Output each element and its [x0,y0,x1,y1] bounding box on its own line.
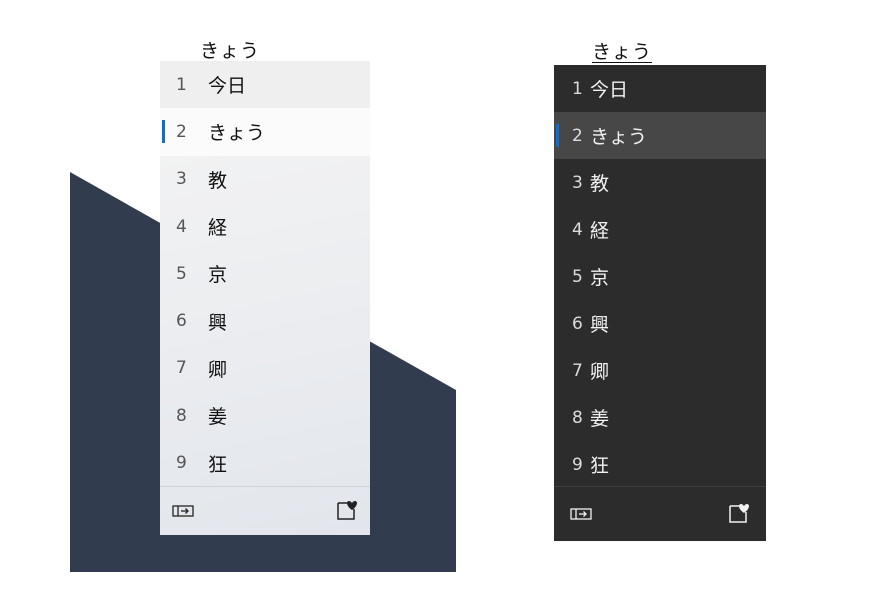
candidate-number: 2 [572,125,583,146]
candidate-number: 7 [176,358,187,379]
candidate-item-selected[interactable]: 2 きょう [554,112,766,159]
candidate-text: 狂 [208,453,228,476]
candidate-item[interactable]: 9狂 [554,441,766,488]
candidate-number: 3 [176,169,187,190]
candidate-item[interactable]: 9狂 [160,439,370,486]
candidate-footer [554,486,766,541]
candidate-item[interactable]: 7卿 [160,345,370,392]
candidate-number: 3 [572,172,583,193]
candidate-number: 6 [176,311,187,332]
candidate-number: 9 [572,454,583,475]
candidate-text: きょう [208,122,266,145]
candidate-item[interactable]: 6興 [160,297,370,344]
candidate-item[interactable]: 3教 [160,156,370,203]
candidate-item[interactable]: 4経 [160,203,370,250]
reading-text: きょう [200,40,261,62]
candidate-number: 1 [176,74,187,95]
candidate-text: 興 [590,314,610,336]
candidate-number: 9 [176,453,187,474]
expand-candidate-window-icon[interactable] [570,506,592,522]
candidate-item[interactable]: 1 今日 [554,65,766,112]
candidate-text: 興 [208,311,228,334]
candidate-item[interactable]: 5京 [160,250,370,297]
candidate-text: 今日 [208,75,247,98]
candidate-item[interactable]: 8姜 [160,392,370,439]
candidate-item-selected[interactable]: 2 きょう [160,108,370,156]
candidate-text: 京 [208,264,228,287]
candidate-number: 7 [572,360,583,381]
candidate-text: 狂 [590,455,610,477]
candidate-number: 4 [176,216,187,237]
candidate-number: 5 [572,266,583,287]
candidate-text: 経 [590,220,610,242]
candidate-number: 2 [176,121,187,142]
reading-text: きょう [592,41,653,63]
candidate-text: 教 [208,169,228,192]
expand-candidate-window-icon[interactable] [172,503,194,519]
candidate-text: 経 [208,217,228,240]
candidate-item[interactable]: 1 今日 [160,61,370,109]
candidate-text: 姜 [208,406,228,429]
candidate-item[interactable]: 5京 [554,253,766,300]
candidate-number: 1 [572,78,583,99]
favorite-emoji-icon[interactable] [728,502,750,524]
favorite-emoji-icon[interactable] [336,499,358,521]
candidate-text: 教 [590,173,610,195]
candidate-text: 姜 [590,408,610,430]
candidate-text: きょう [590,126,648,148]
candidate-item[interactable]: 6興 [554,300,766,347]
candidate-item[interactable]: 7卿 [554,347,766,394]
candidate-number: 8 [176,405,187,426]
candidate-text: 京 [590,267,610,289]
candidate-text: 卿 [208,358,228,381]
candidate-window-light: 1 今日 2 きょう 3教 4経 5京 6興 7卿 8姜 9狂 [160,61,370,535]
candidate-text: 今日 [590,79,629,101]
candidate-text: 卿 [590,361,610,383]
candidate-item[interactable]: 8姜 [554,394,766,441]
candidate-item[interactable]: 3教 [554,159,766,206]
candidate-footer [160,486,370,535]
candidate-item[interactable]: 4経 [554,206,766,253]
candidate-number: 4 [572,219,583,240]
candidate-number: 8 [572,407,583,428]
candidate-number: 6 [572,313,583,334]
candidate-window-dark: 1 今日 2 きょう 3教 4経 5京 6興 7卿 8姜 9狂 [554,65,766,541]
candidate-number: 5 [176,263,187,284]
